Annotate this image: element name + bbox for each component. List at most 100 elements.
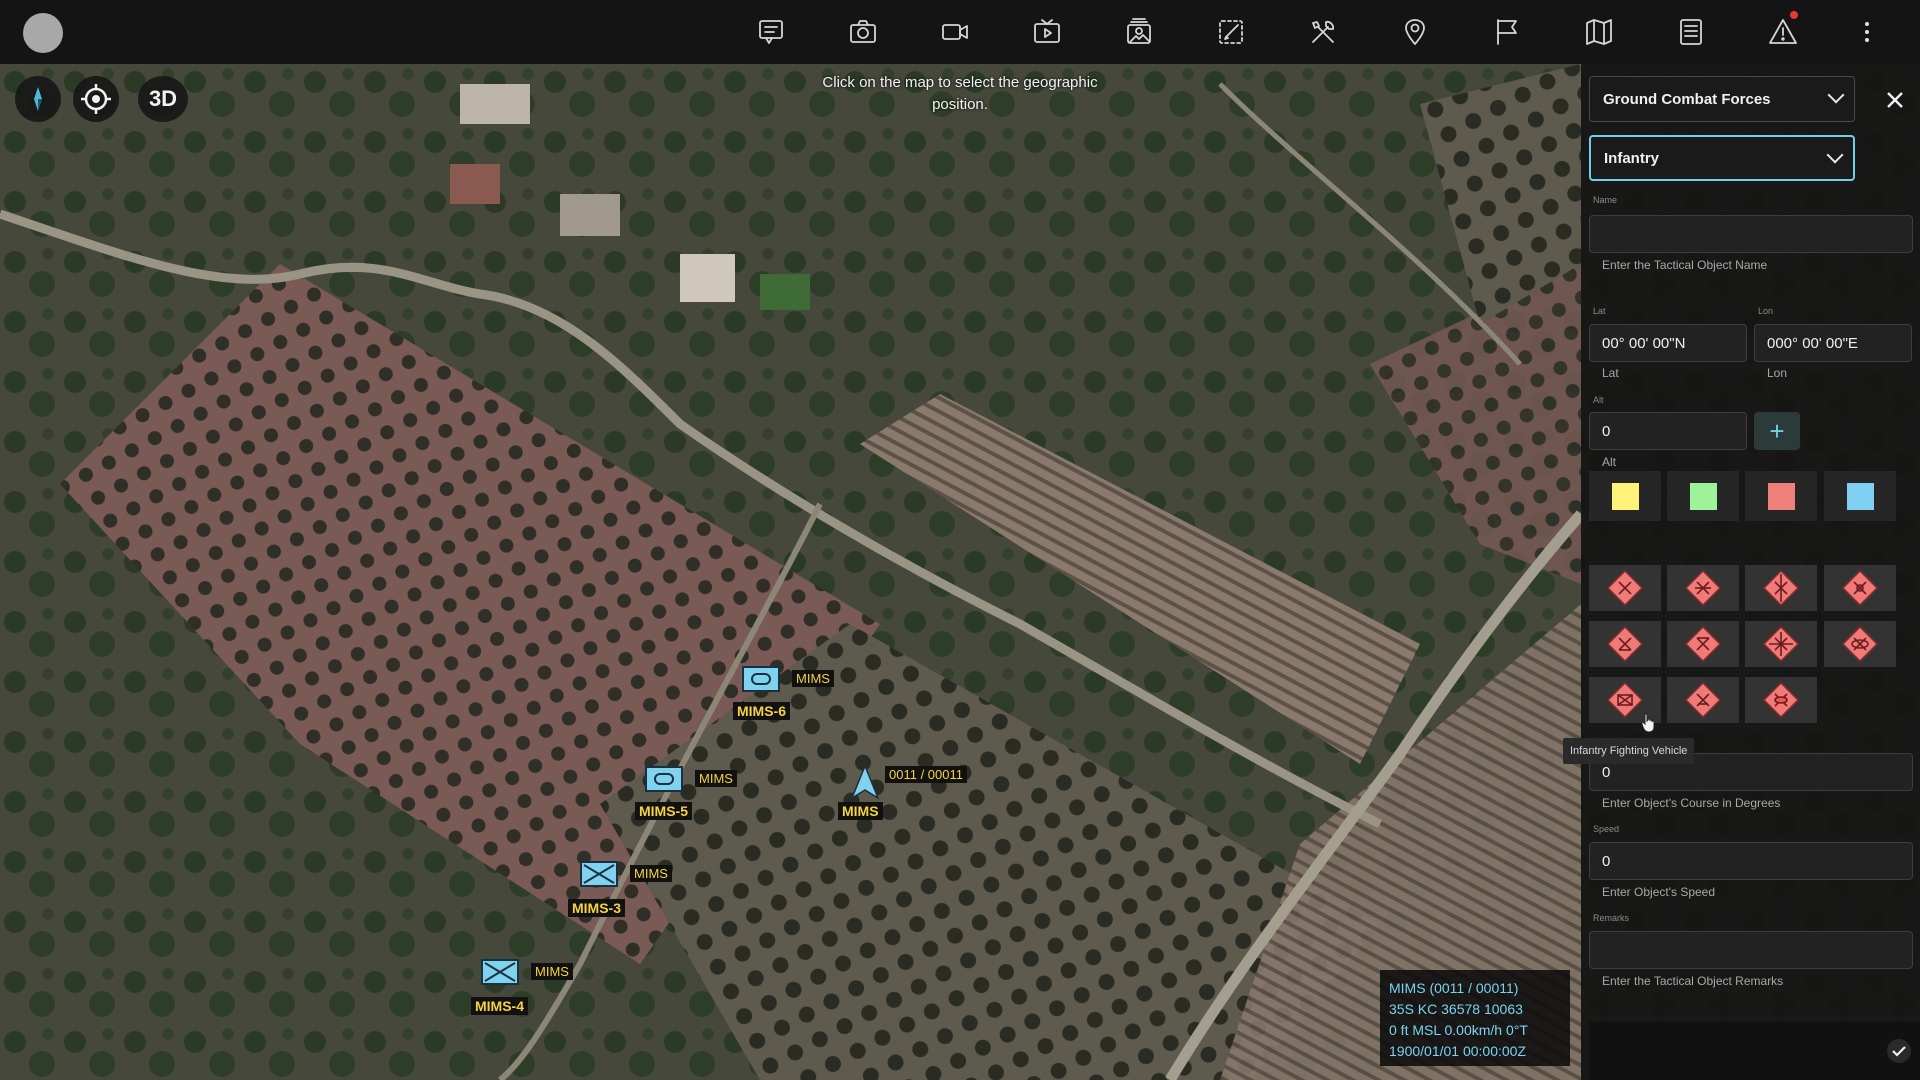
draw-edit-icon — [1219, 20, 1243, 44]
location-pin-button[interactable] — [1369, 0, 1461, 64]
3d-toggle-button[interactable]: 3D — [138, 76, 188, 122]
unit-symbol — [645, 766, 683, 792]
video-icon — [942, 24, 968, 40]
crosshair-icon — [81, 84, 111, 114]
tools-button[interactable] — [1277, 0, 1369, 64]
name-field[interactable] — [1589, 215, 1913, 253]
info-timestamp: 1900/01/01 00:00:00Z — [1389, 1043, 1527, 1059]
category-select-value: Ground Combat Forces — [1603, 90, 1771, 108]
infantry-symbol-icon — [1606, 569, 1644, 607]
infantry-symbol-3[interactable] — [1745, 565, 1817, 611]
remarks-label: Remarks — [1593, 913, 1630, 923]
tool-icons — [725, 0, 1829, 64]
unit-symbol — [742, 666, 780, 692]
chevron-down-icon — [1827, 86, 1845, 104]
notification-dot — [1790, 11, 1798, 19]
infantry-symbol-icon — [1762, 569, 1800, 607]
top-toolbar — [0, 0, 1920, 64]
chat-button[interactable] — [725, 0, 817, 64]
location-pin-icon — [1405, 19, 1425, 45]
tools-icon — [1312, 20, 1335, 43]
unit-tag: MIMS — [531, 963, 573, 980]
color-swatch-4[interactable] — [1824, 471, 1896, 521]
color-swatch-1[interactable] — [1589, 471, 1661, 521]
longitude-field[interactable] — [1754, 324, 1912, 362]
info-title: MIMS (0011 / 00011) — [1389, 980, 1519, 996]
unit-label: MIMS-6 — [733, 702, 790, 720]
unit-info-box: MIMS (0011 / 00011) 35S KC 36578 10063 0… — [1380, 970, 1570, 1066]
name-help: Enter the Tactical Object Name — [1602, 258, 1768, 272]
color-chip — [1689, 482, 1717, 510]
infantry-symbol-icon — [1841, 625, 1879, 663]
locate-button[interactable] — [73, 76, 119, 122]
avatar[interactable] — [23, 13, 63, 53]
infantry-symbol-11[interactable] — [1745, 677, 1817, 723]
hand-cursor-icon — [1641, 713, 1655, 733]
infantry-symbol-2[interactable] — [1667, 565, 1739, 611]
unit-tag: MIMS — [695, 770, 737, 787]
alt-label: Alt — [1593, 395, 1604, 405]
navigation-arrow-icon — [850, 764, 880, 800]
unit-symbol — [481, 959, 519, 985]
draw-edit-button[interactable] — [1185, 0, 1277, 64]
list-document-button[interactable] — [1645, 0, 1737, 64]
list-document-icon — [1680, 19, 1702, 45]
image-gallery-icon — [1127, 18, 1151, 44]
color-swatch-3[interactable] — [1745, 471, 1817, 521]
warning-button[interactable] — [1737, 0, 1829, 64]
infantry-symbol-1[interactable] — [1589, 565, 1661, 611]
color-swatch-2[interactable] — [1667, 471, 1739, 521]
camera-icon — [850, 20, 876, 43]
type-select[interactable]: Infantry — [1589, 135, 1855, 181]
remarks-field[interactable] — [1589, 931, 1913, 969]
video-playlist-button[interactable] — [1001, 0, 1093, 64]
latitude-field[interactable] — [1589, 324, 1747, 362]
chat-icon — [759, 20, 783, 44]
infantry-symbol-7[interactable] — [1745, 621, 1817, 667]
unit-tag: 0011 / 00011 — [885, 766, 967, 783]
image-gallery-button[interactable] — [1093, 0, 1185, 64]
unit-label: MIMS — [838, 802, 883, 820]
infantry-symbol-10[interactable] — [1667, 677, 1739, 723]
unit-tag: MIMS — [792, 670, 834, 687]
category-select[interactable]: Ground Combat Forces — [1589, 76, 1855, 122]
video-playlist-icon — [1034, 19, 1060, 43]
compass-button[interactable] — [15, 76, 61, 122]
infantry-symbol-icon — [1762, 681, 1800, 719]
speed-label: Speed — [1593, 824, 1620, 834]
add-altitude-button[interactable]: + — [1754, 412, 1800, 450]
infantry-symbol-5[interactable] — [1589, 621, 1661, 667]
unit-label: MIMS-3 — [568, 899, 625, 917]
infantry-symbol-icon — [1684, 569, 1722, 607]
plus-icon: + — [1769, 415, 1785, 446]
name-label: Name — [1593, 195, 1618, 205]
more-vertical-icon[interactable] — [1852, 17, 1882, 47]
remarks-help: Enter the Tactical Object Remarks — [1602, 974, 1784, 988]
map-icon — [1586, 19, 1612, 45]
infantry-symbol-8[interactable] — [1824, 621, 1896, 667]
confirm-bar — [1589, 1022, 1920, 1080]
infantry-symbol-4[interactable] — [1824, 565, 1896, 611]
altitude-field[interactable] — [1589, 412, 1747, 450]
map-button[interactable] — [1553, 0, 1645, 64]
infantry-symbol-icon — [1762, 625, 1800, 663]
tactical-object-panel: Ground Combat Forces Infantry Name Enter… — [1581, 64, 1920, 1080]
lat-label: Lat — [1593, 306, 1606, 316]
camera-button[interactable] — [817, 0, 909, 64]
color-chip — [1611, 482, 1639, 510]
unit-tag: MIMS — [630, 865, 672, 882]
unit-label: MIMS-5 — [635, 802, 692, 820]
video-button[interactable] — [909, 0, 1001, 64]
info-grid-ref: 35S KC 36578 10063 — [1389, 1001, 1523, 1017]
chevron-down-icon — [1826, 146, 1844, 164]
infantry-symbol-icon — [1684, 681, 1722, 719]
infantry-symbol-icon — [1606, 625, 1644, 663]
speed-help: Enter Object's Speed — [1602, 885, 1716, 899]
color-chip — [1767, 482, 1795, 510]
check-icon[interactable] — [1884, 1036, 1914, 1066]
speed-field[interactable] — [1589, 842, 1913, 880]
close-icon[interactable] — [1881, 86, 1909, 114]
infantry-symbol-6[interactable] — [1667, 621, 1739, 667]
flag-button[interactable] — [1461, 0, 1553, 64]
infantry-symbol-icon — [1841, 569, 1879, 607]
